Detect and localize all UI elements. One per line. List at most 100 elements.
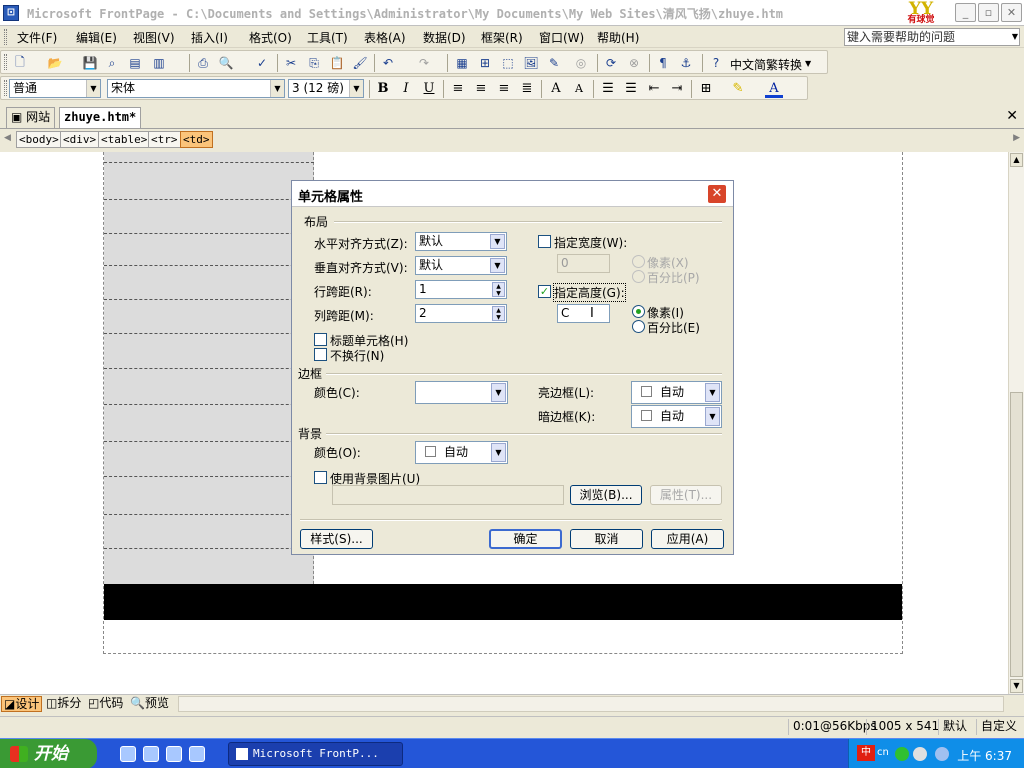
- ime-icon[interactable]: 中: [857, 745, 875, 761]
- maximize-button[interactable]: ▫: [978, 3, 999, 22]
- dialog-close-button[interactable]: ✕: [707, 184, 727, 204]
- stop-icon[interactable]: ⊗: [626, 55, 642, 71]
- chevron-down-icon[interactable]: ▼: [490, 258, 505, 273]
- undo-icon[interactable]: ↶: [380, 55, 396, 71]
- explorer-icon[interactable]: [143, 746, 159, 762]
- colspan-input[interactable]: 2 ▲ ▼: [415, 304, 507, 323]
- toolbar-grip[interactable]: [4, 54, 7, 70]
- browse-button[interactable]: 浏览(B)...: [570, 485, 642, 505]
- insert-layer-icon[interactable]: ⬚: [500, 55, 516, 71]
- frontpage-task-button[interactable]: Microsoft FrontP...: [228, 742, 403, 766]
- network-icon[interactable]: [935, 747, 949, 761]
- quicklaunch-icon[interactable]: [189, 746, 205, 762]
- format-painter-icon[interactable]: 🖌: [352, 55, 368, 71]
- media-icon[interactable]: [166, 746, 182, 762]
- underline-icon[interactable]: U: [420, 80, 438, 98]
- open-icon[interactable]: 📂: [47, 55, 63, 71]
- menu-file[interactable]: 文件(F): [17, 29, 57, 46]
- minimize-button[interactable]: _: [955, 3, 976, 22]
- italic-icon[interactable]: I: [397, 80, 415, 98]
- menu-help[interactable]: 帮助(H): [597, 29, 639, 46]
- chevron-down-icon[interactable]: ▼: [705, 383, 720, 402]
- menu-window[interactable]: 窗口(W): [539, 29, 584, 46]
- dark-border-select[interactable]: 自动 ▼: [631, 405, 722, 428]
- ie-icon[interactable]: [120, 746, 136, 762]
- bold-icon[interactable]: B: [374, 80, 392, 98]
- dialog-title-bar[interactable]: 单元格属性 ✕: [292, 181, 733, 207]
- toggle-pane-icon[interactable]: ▥: [151, 55, 167, 71]
- tab-site[interactable]: ▣ 网站: [6, 107, 56, 128]
- close-icon[interactable]: ✕: [1006, 108, 1018, 124]
- toolbar-grip[interactable]: [4, 80, 7, 96]
- chevron-down-icon[interactable]: ▼: [490, 234, 505, 249]
- border-color-select[interactable]: ▼: [415, 381, 508, 404]
- view-split-button[interactable]: ◫拆分: [44, 696, 83, 712]
- close-button[interactable]: ✕: [1001, 3, 1022, 22]
- menu-view[interactable]: 视图(V): [133, 29, 175, 46]
- font-select[interactable]: 宋体 ▼: [107, 79, 285, 98]
- bg-color-select[interactable]: 自动 ▼: [415, 441, 508, 464]
- bg-image-path-input[interactable]: [332, 485, 564, 505]
- tab-zhuye[interactable]: zhuye.htm*: [59, 107, 142, 128]
- copy-icon[interactable]: ⎘: [306, 55, 322, 71]
- v-align-select[interactable]: 默认 ▼: [415, 256, 507, 275]
- drawing-icon[interactable]: ✎: [546, 55, 562, 71]
- vertical-scrollbar[interactable]: ▲ ▼: [1008, 152, 1024, 694]
- height-input[interactable]: CI: [557, 304, 610, 323]
- print-icon[interactable]: ⎙: [195, 55, 211, 71]
- apply-button[interactable]: 应用(A): [651, 529, 724, 549]
- chevron-down-icon[interactable]: ▼: [86, 80, 100, 97]
- new-page-icon[interactable]: 🗋: [12, 55, 28, 71]
- width-pixels-radio[interactable]: [632, 255, 645, 268]
- chevron-left-icon[interactable]: ◀: [4, 133, 11, 143]
- specify-width-checkbox[interactable]: [538, 235, 551, 248]
- menu-grip[interactable]: [4, 29, 7, 45]
- font-size-select[interactable]: 3 (12 磅) ▼: [288, 79, 364, 98]
- menu-data[interactable]: 数据(D): [423, 29, 466, 46]
- start-button[interactable]: 开始: [0, 739, 97, 768]
- help-icon[interactable]: ?: [708, 55, 724, 71]
- decrease-font-icon[interactable]: A: [570, 80, 588, 98]
- properties-button[interactable]: 属性(T)...: [650, 485, 722, 505]
- numbering-icon[interactable]: ☰: [599, 80, 617, 98]
- scroll-up-icon[interactable]: ▲: [1010, 153, 1023, 167]
- decrease-indent-icon[interactable]: ⇤: [645, 80, 663, 98]
- menu-edit[interactable]: 编辑(E): [76, 29, 117, 46]
- font-color-icon[interactable]: A: [765, 80, 783, 98]
- chevron-down-icon[interactable]: ▼: [349, 80, 363, 97]
- chevron-down-icon[interactable]: ▼: [491, 443, 506, 462]
- chevron-down-icon[interactable]: ▼: [491, 383, 506, 402]
- style-button[interactable]: 样式(S)...: [300, 529, 373, 549]
- chevron-down-icon[interactable]: ▼: [270, 80, 284, 97]
- increase-font-icon[interactable]: A: [547, 80, 565, 98]
- menu-tools[interactable]: 工具(T): [307, 29, 348, 46]
- anchor-icon[interactable]: ⚓: [678, 55, 694, 71]
- spinner-icon[interactable]: ▲ ▼: [492, 282, 505, 297]
- redo-icon[interactable]: ↷: [416, 55, 432, 71]
- ime-lang[interactable]: cn: [877, 747, 889, 758]
- rowspan-input[interactable]: 1 ▲ ▼: [415, 280, 507, 299]
- paste-icon[interactable]: 📋: [329, 55, 345, 71]
- tray-app-icon[interactable]: [913, 747, 927, 761]
- tray-app-icon[interactable]: [895, 747, 909, 761]
- align-center-icon[interactable]: ≡: [472, 80, 490, 98]
- preview-icon[interactable]: 🔍: [218, 55, 234, 71]
- tag-tr[interactable]: <tr>: [148, 131, 181, 148]
- tag-table[interactable]: <table>: [98, 131, 151, 148]
- ok-button[interactable]: 确定: [489, 529, 562, 549]
- hyperlink-icon[interactable]: ◎: [573, 55, 589, 71]
- light-border-select[interactable]: 自动 ▼: [631, 381, 722, 404]
- spinner-icon[interactable]: ▲ ▼: [492, 306, 505, 321]
- show-all-icon[interactable]: ¶: [655, 55, 671, 71]
- scroll-down-icon[interactable]: ▼: [1010, 679, 1023, 693]
- publish-icon[interactable]: ▤: [127, 55, 143, 71]
- insert-picture-icon[interactable]: 🖼: [523, 55, 539, 71]
- menu-frames[interactable]: 框架(R): [481, 29, 523, 46]
- chevron-down-icon[interactable]: ▼: [705, 407, 720, 426]
- width-percent-radio[interactable]: [632, 270, 645, 283]
- height-pixels-radio[interactable]: [632, 305, 645, 318]
- chinese-convert-button[interactable]: 中文简繁转换: [730, 56, 802, 73]
- tag-td[interactable]: <td>: [180, 131, 213, 148]
- height-percent-radio[interactable]: [632, 320, 645, 333]
- highlight-icon[interactable]: ✎: [729, 80, 747, 98]
